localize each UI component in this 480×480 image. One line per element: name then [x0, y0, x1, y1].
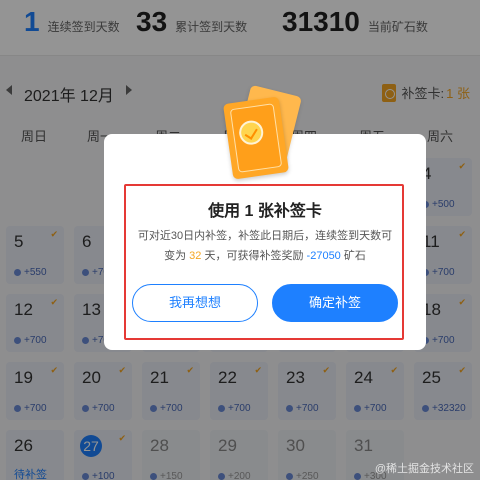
- confirm-makeup-button[interactable]: 确定补签: [272, 284, 398, 322]
- dialog-description: 可对近30日内补签，补签此日期后，连续签到天数可变为 32 天，可获得补签奖励 …: [134, 226, 396, 266]
- cancel-button[interactable]: 我再想想: [132, 284, 258, 322]
- dialog-desc-days: 32: [189, 250, 202, 262]
- watermark: @稀土掘金技术社区: [374, 463, 474, 475]
- dialog-desc-part3: 矿石: [343, 250, 366, 262]
- card-front-icon: [222, 96, 290, 180]
- dialog-desc-ore: -27050: [306, 250, 341, 262]
- dialog-title: 使用 1 张补签卡: [208, 203, 322, 220]
- dialog-desc-part2: 天，可获得补签奖励: [204, 250, 304, 262]
- makeup-card-illustration: [222, 84, 304, 184]
